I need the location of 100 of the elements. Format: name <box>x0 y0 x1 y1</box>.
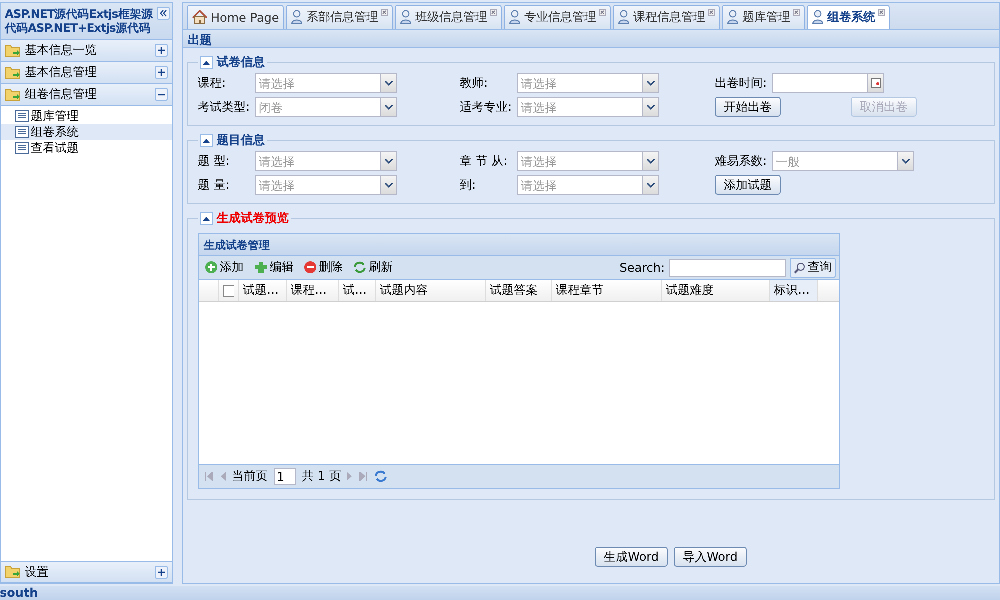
section-title: 题目信息 <box>217 132 265 149</box>
refresh-icon[interactable] <box>374 470 388 483</box>
list-icon <box>15 126 29 138</box>
caret-icon <box>384 80 392 86</box>
field-label: 难易系数: <box>715 152 768 170</box>
user-icon <box>509 10 522 25</box>
minus-icon <box>158 94 165 96</box>
column-header[interactable]: 试题… <box>239 280 287 301</box>
folder-icon <box>5 565 21 579</box>
action-button[interactable]: 导入Word <box>674 547 747 567</box>
column-header[interactable]: 课程… <box>287 280 339 301</box>
tab[interactable]: Home Page <box>187 5 284 29</box>
toolbar-button[interactable]: 刷新 <box>350 259 396 276</box>
toggle-button[interactable] <box>200 56 213 69</box>
panel-title: 出题 <box>183 30 999 48</box>
refresh-icon <box>353 261 367 274</box>
list-icon <box>15 142 29 154</box>
folder-icon <box>5 66 21 80</box>
puzzle-icon <box>254 261 268 274</box>
status-bar: south <box>0 586 1000 600</box>
tab[interactable]: 系部信息管理 <box>286 5 394 29</box>
column-header[interactable]: 试题答案 <box>486 280 552 301</box>
caret-icon <box>384 158 392 164</box>
action-button[interactable]: 生成Word <box>595 547 668 567</box>
search-button[interactable]: 查询 <box>790 258 836 278</box>
toggle-button[interactable] <box>200 212 213 225</box>
tab[interactable]: 班级信息管理 <box>395 5 502 29</box>
field-label: 教师: <box>460 74 490 92</box>
close-icon[interactable] <box>878 9 886 16</box>
home-icon <box>192 10 208 25</box>
plus-icon <box>158 69 165 76</box>
caret-icon <box>902 158 910 164</box>
up-triangle-icon <box>203 60 210 64</box>
column-header[interactable]: 试题内容 <box>376 280 486 301</box>
section-title: 生成试卷预览 <box>217 210 289 227</box>
plus-icon <box>158 568 165 576</box>
field-label: 题 量: <box>198 176 231 194</box>
action-button[interactable]: 添加试题 <box>715 175 781 195</box>
user-icon <box>812 10 824 25</box>
tab[interactable]: 题库管理 <box>722 5 806 29</box>
tab[interactable]: 组卷系统 <box>807 5 890 29</box>
tab[interactable]: 课程信息管理 <box>613 5 720 29</box>
app-title: ASP.NET源代码Extjs框架源代码ASP.NET+Extjs源代码 <box>5 7 154 35</box>
close-icon[interactable] <box>793 9 800 16</box>
user-icon <box>727 10 740 25</box>
field-label: 章 节 从: <box>460 152 509 170</box>
close-icon[interactable] <box>708 9 716 16</box>
field-label: 课程: <box>198 74 228 92</box>
column-header[interactable]: 课程章节 <box>552 280 662 301</box>
plus-icon <box>158 47 165 54</box>
folder-icon <box>5 88 21 102</box>
close-icon[interactable] <box>599 9 606 16</box>
user-icon <box>291 10 304 25</box>
search-label: Search: <box>620 260 665 274</box>
up-triangle-icon <box>203 138 210 142</box>
page-label: 当前页 <box>232 468 268 485</box>
collapse-button[interactable] <box>157 7 170 20</box>
user-icon <box>400 10 412 25</box>
toolbar-button[interactable]: 添加 <box>202 259 247 276</box>
close-icon[interactable] <box>381 9 388 16</box>
accordion-header[interactable]: 设置 <box>1 561 172 583</box>
tree-item[interactable]: 查看试题 <box>1 140 172 156</box>
calendar-icon <box>870 78 880 88</box>
search-icon <box>794 262 806 274</box>
section-title: 试卷信息 <box>217 54 265 71</box>
caret-icon <box>646 182 654 188</box>
caret-icon <box>384 104 392 110</box>
tree-item[interactable]: 组卷系统 <box>1 124 172 140</box>
toolbar-button[interactable]: 删除 <box>301 259 346 276</box>
action-button[interactable]: 开始出卷 <box>715 97 781 117</box>
expand-button[interactable] <box>155 44 168 57</box>
accordion-header[interactable]: 组卷信息管理 <box>1 84 172 106</box>
collapse-button[interactable] <box>155 88 168 101</box>
accordion-header[interactable]: 基本信息管理 <box>1 62 172 84</box>
caret-icon <box>646 80 654 86</box>
double-chevron-icon <box>160 10 167 17</box>
field-label: 出卷时间: <box>715 74 768 92</box>
column-header[interactable]: 标识… <box>770 280 818 301</box>
caret-icon <box>384 182 392 188</box>
field-label: 适考专业: <box>460 98 514 116</box>
column-header[interactable]: 试… <box>339 280 376 301</box>
checkbox[interactable] <box>223 284 234 296</box>
accordion-header[interactable]: 基本信息一览 <box>1 40 172 62</box>
expand-button[interactable] <box>155 566 168 578</box>
close-icon[interactable] <box>490 9 498 16</box>
toolbar-button[interactable]: 编辑 <box>251 259 297 276</box>
up-triangle-icon <box>203 216 210 220</box>
search-field[interactable] <box>669 258 786 276</box>
user-icon <box>618 10 630 25</box>
caret-icon <box>646 158 654 164</box>
tree-item[interactable]: 题库管理 <box>1 108 172 124</box>
field-label: 题 型: <box>198 152 231 170</box>
tab[interactable]: 专业信息管理 <box>504 5 612 29</box>
field-label: 到: <box>460 176 478 194</box>
grid-title: 生成试卷管理 <box>199 234 839 256</box>
date-field[interactable] <box>772 73 884 93</box>
toggle-button[interactable] <box>200 134 213 147</box>
expand-button[interactable] <box>155 66 168 79</box>
plus-icon <box>205 261 218 274</box>
page-field[interactable]: 1 <box>274 468 296 485</box>
